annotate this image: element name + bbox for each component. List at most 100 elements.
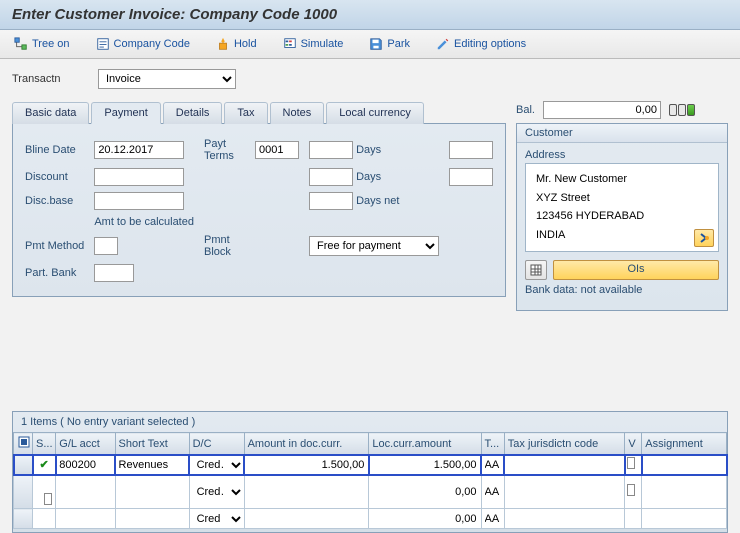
select-all-icon[interactable] [17,435,31,449]
tax-input[interactable] [482,483,504,501]
loc-amount [369,510,480,528]
col-v[interactable]: V [625,433,642,455]
days-label-2: Days [356,171,381,183]
pmt-method-label: Pmt Method [25,240,84,252]
page-title: Enter Customer Invoice: Company Code 100… [12,6,728,23]
col-dc[interactable]: D/C [189,433,244,455]
gl-acct-input[interactable] [56,510,114,528]
save-icon [369,37,383,51]
park-button[interactable]: Park [363,34,416,54]
items-count-text: 1 Items ( No entry variant selected ) [13,412,727,432]
col-asg[interactable]: Assignment [642,433,727,455]
days2-pct-input[interactable] [309,168,353,186]
table-row[interactable]: Cred… [14,475,727,509]
f4-button[interactable] [627,457,635,469]
tab-tax[interactable]: Tax [224,102,267,124]
hold-button[interactable]: Hold [210,34,263,54]
simulate-button[interactable]: Simulate [277,34,350,54]
part-bank-input[interactable] [94,264,134,282]
tax-input[interactable] [482,510,504,528]
col-glacct[interactable]: G/L acct [56,433,115,455]
assignment-input[interactable] [642,510,726,528]
items-section: 1 Items ( No entry variant selected ) S.… [12,411,728,533]
col-amount[interactable]: Amount in doc.curr. [244,433,369,455]
pmnt-block-select[interactable]: Free for payment [309,236,439,256]
address-title: Address [525,149,719,161]
customer-street: XYZ Street [536,189,708,208]
gl-acct-input[interactable] [56,475,114,493]
tax-input[interactable] [482,456,504,474]
tree-on-button[interactable]: Tree on [8,34,76,54]
days-net-pct-input[interactable] [309,192,353,210]
loc-amount [369,456,480,474]
company-code-button[interactable]: Company Code [90,34,196,54]
simulate-icon [283,37,297,51]
address-box: Mr. New Customer XYZ Street 123456 HYDER… [525,163,719,252]
ois-button[interactable]: OIs [553,260,719,280]
payt-terms-label: Payt Terms [204,138,245,162]
loc-amount [369,483,480,501]
dc-select[interactable]: Cred… [190,456,244,474]
days-label-1: Days [356,144,381,156]
customer-city: 123456 HYDERABAD [536,207,708,226]
disc-base-input[interactable] [94,192,184,210]
payt-terms-input[interactable] [255,141,299,159]
grid-icon [530,264,542,276]
days1-pct-input[interactable] [309,141,353,159]
col-taxjur[interactable]: Tax jurisdictn code [504,433,625,455]
taxjur-input[interactable] [505,456,625,474]
discount-input[interactable] [94,168,184,186]
ois-icon-button[interactable] [525,260,547,280]
pencil-icon [436,37,450,51]
address-detail-button[interactable] [694,229,714,247]
hold-icon [216,37,230,51]
pmnt-block-label: Pmnt Block [204,234,245,258]
col-status[interactable]: S... [33,433,56,455]
transaction-label: Transactn [12,73,88,85]
customer-group-title: Customer [517,124,727,143]
pmt-method-input[interactable] [94,237,118,255]
app-toolbar: Tree on Company Code Hold Simulate Park … [0,30,740,59]
tree-icon [14,37,28,51]
days1-input[interactable] [449,141,493,159]
assignment-input[interactable] [642,483,726,501]
days-net-label: Days net [356,195,399,207]
dc-select[interactable]: Cred… [190,483,244,501]
taxjur-input[interactable] [505,483,625,501]
table-row[interactable]: Cred [14,509,727,529]
col-loc[interactable]: Loc.curr.amount [369,433,481,455]
transaction-select[interactable]: Invoice [98,69,236,89]
balance-value [543,101,661,119]
tab-details[interactable]: Details [163,102,223,124]
dc-select[interactable]: Cred [190,510,244,528]
f4-button[interactable] [627,484,635,496]
short-text [116,456,189,474]
tab-notes[interactable]: Notes [270,102,325,124]
gl-acct-input[interactable] [56,456,114,474]
bline-date-input[interactable] [94,141,184,159]
items-grid[interactable]: S... G/L acct Short Text D/C Amount in d… [13,432,727,529]
part-bank-label: Part. Bank [25,267,84,279]
amount-input[interactable] [245,456,369,474]
tab-local-currency[interactable]: Local currency [326,102,424,124]
days2-input[interactable] [449,168,493,186]
editing-options-button[interactable]: Editing options [430,34,532,54]
tab-basic-data[interactable]: Basic data [12,102,89,124]
payment-panel: Bline Date Payt Terms Days Discount Days… [12,124,506,297]
assignment-input[interactable] [642,456,726,474]
balance-traffic-light [669,104,695,116]
col-short[interactable]: Short Text [115,433,189,455]
table-row[interactable]: ✔ Cred… [14,455,727,475]
col-t[interactable]: T... [481,433,504,455]
amount-input[interactable] [245,483,369,501]
status-ok-icon: ✔ [40,459,49,471]
tab-payment[interactable]: Payment [91,102,160,124]
taxjur-input[interactable] [505,510,625,528]
amount-input[interactable] [245,510,369,528]
amt-calc-text: Amt to be calculated [94,216,194,228]
company-code-icon [96,37,110,51]
discount-label: Discount [25,171,84,183]
customer-group: Customer Address Mr. New Customer XYZ St… [516,123,728,311]
disc-base-label: Disc.base [25,195,84,207]
f4-button[interactable] [44,493,52,505]
